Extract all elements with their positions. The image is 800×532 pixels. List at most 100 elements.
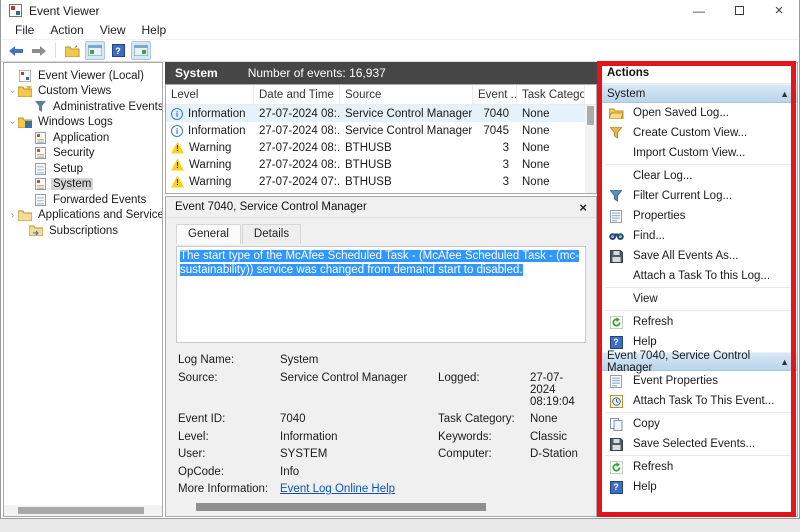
help-icon: ? xyxy=(112,44,125,57)
log-header-bar: System Number of events: 16,937 xyxy=(165,62,597,84)
warning-icon: ! xyxy=(171,159,184,171)
event-description-box[interactable]: The start type of the McAfee Scheduled T… xyxy=(176,246,586,343)
action-filter-current-log[interactable]: Filter Current Log... xyxy=(599,186,797,206)
action-copy[interactable]: Copy xyxy=(599,414,797,434)
event-log-icon xyxy=(33,147,47,159)
tree-item-applications-services-logs[interactable]: › Applications and Services Log xyxy=(4,208,162,224)
chevron-down-icon[interactable]: › xyxy=(7,86,18,97)
back-button[interactable] xyxy=(6,41,26,60)
action-attach-task-to-log[interactable]: Attach a Task To this Log... xyxy=(599,266,797,286)
action-help-event[interactable]: ? Help xyxy=(599,477,797,497)
menu-view[interactable]: View xyxy=(92,23,134,37)
menu-help[interactable]: Help xyxy=(134,23,175,37)
tab-general[interactable]: General xyxy=(176,224,241,244)
menu-bar: File Action View Help xyxy=(1,21,799,40)
action-save-all-events-as[interactable]: Save All Events As... xyxy=(599,246,797,266)
table-row[interactable]: !Warning 27-07-2024 08:... BTHUSB 3 None xyxy=(166,139,596,156)
actions-section-system[interactable]: System ▲ xyxy=(599,84,797,103)
action-open-saved-log[interactable]: Open Saved Log... xyxy=(599,103,797,123)
action-clear-log[interactable]: Clear Log... xyxy=(599,166,797,186)
detail-horizontal-scrollbar[interactable] xyxy=(172,502,590,512)
separator xyxy=(605,310,791,311)
collapse-icon[interactable]: ▲ xyxy=(780,89,789,99)
action-attach-task-to-event[interactable]: Attach Task To This Event... xyxy=(599,391,797,411)
detail-close-icon[interactable]: × xyxy=(579,200,587,215)
chevron-down-icon[interactable]: › xyxy=(7,117,18,128)
tree-horizontal-scrollbar[interactable] xyxy=(4,505,162,516)
event-list-vertical-scrollbar[interactable] xyxy=(585,105,596,193)
toolbar-separator xyxy=(55,43,56,58)
action-find[interactable]: Find... xyxy=(599,226,797,246)
action-properties[interactable]: Properties xyxy=(599,206,797,226)
event-log-icon xyxy=(33,178,47,190)
show-action-pane-button[interactable] xyxy=(131,41,151,60)
event-viewer-app-icon xyxy=(9,4,22,17)
action-event-properties[interactable]: Event Properties xyxy=(599,371,797,391)
help-toolbar-button[interactable]: ? xyxy=(108,41,128,60)
collapse-icon[interactable]: ▲ xyxy=(780,357,789,367)
close-button[interactable]: × xyxy=(759,0,799,21)
tree-item-security[interactable]: Security xyxy=(4,146,162,162)
column-date-time[interactable]: Date and Time xyxy=(254,85,340,104)
table-row[interactable]: !Warning 27-07-2024 08:... BTHUSB 3 None xyxy=(166,156,596,173)
event-list: Level Date and Time Source Event ... Tas… xyxy=(165,84,597,194)
tree-item-system[interactable]: System xyxy=(4,177,162,193)
filter-icon xyxy=(33,101,47,113)
event-log-plain-icon xyxy=(33,163,47,175)
information-icon: i xyxy=(171,108,183,120)
user-value: SYSTEM xyxy=(280,448,438,460)
forward-button[interactable] xyxy=(29,41,49,60)
back-arrow-icon xyxy=(9,46,23,56)
open-saved-log-button[interactable] xyxy=(62,41,82,60)
maximize-button[interactable] xyxy=(719,0,759,21)
tree-item-event-viewer-local[interactable]: Event Viewer (Local) xyxy=(4,68,162,84)
menu-action[interactable]: Action xyxy=(42,23,91,37)
table-row[interactable]: iInformation 27-07-2024 08:... Service C… xyxy=(166,122,596,139)
tree-scrollbar-thumb[interactable] xyxy=(18,507,144,514)
event-log-online-help-link[interactable]: Event Log Online Help xyxy=(280,483,438,495)
console-window-icon xyxy=(88,45,102,56)
tree-item-setup[interactable]: Setup xyxy=(4,161,162,177)
tab-details[interactable]: Details xyxy=(242,224,301,244)
binoculars-icon xyxy=(608,229,624,243)
actions-section-event-7040[interactable]: Event 7040, Service Control Manager ▲ xyxy=(599,352,797,371)
chevron-right-icon[interactable]: › xyxy=(7,210,18,221)
event-list-scrollbar-thumb[interactable] xyxy=(587,106,594,125)
show-console-tree-button[interactable] xyxy=(85,41,105,60)
action-refresh[interactable]: Refresh xyxy=(599,312,797,332)
open-folder-icon xyxy=(608,106,624,120)
action-pane-icon xyxy=(134,45,148,56)
column-level[interactable]: Level xyxy=(166,85,254,104)
detail-scrollbar-thumb[interactable] xyxy=(196,503,486,511)
minimize-button[interactable]: — xyxy=(679,0,719,21)
tree-item-subscriptions[interactable]: Subscriptions xyxy=(4,223,162,239)
event-id-value: 7040 xyxy=(280,413,438,425)
column-task-category[interactable]: Task Category xyxy=(517,85,585,104)
table-row[interactable]: !Warning 27-07-2024 07:... BTHUSB 3 None xyxy=(166,173,596,190)
tree-item-forwarded-events[interactable]: Forwarded Events xyxy=(4,192,162,208)
tree-item-application[interactable]: Application xyxy=(4,130,162,146)
custom-views-folder-icon xyxy=(18,85,32,97)
table-row[interactable]: iInformation 27-07-2024 08:... Service C… xyxy=(166,105,596,122)
actions-title: Actions xyxy=(599,63,797,84)
task-category-value: None xyxy=(530,413,586,425)
log-name-value: System xyxy=(280,354,438,366)
detail-tabs: General Details xyxy=(166,218,596,244)
floppy-icon xyxy=(608,437,624,451)
action-refresh-event[interactable]: Refresh xyxy=(599,457,797,477)
action-view[interactable]: View xyxy=(599,289,797,309)
tree-item-administrative-events[interactable]: Administrative Events xyxy=(4,99,162,115)
tree-item-windows-logs[interactable]: › Windows Logs xyxy=(4,115,162,131)
action-save-selected-events[interactable]: Save Selected Events... xyxy=(599,434,797,454)
action-create-custom-view[interactable]: Create Custom View... xyxy=(599,123,797,143)
refresh-icon xyxy=(608,460,624,474)
log-name: System xyxy=(175,66,218,80)
source-value: Service Control Manager xyxy=(280,372,438,408)
toolbar: ? xyxy=(1,40,799,62)
actions-panel: Actions System ▲ Open Saved Log... Creat… xyxy=(598,62,798,517)
column-source[interactable]: Source xyxy=(340,85,473,104)
column-event-id[interactable]: Event ... xyxy=(473,85,517,104)
tree-item-custom-views[interactable]: › Custom Views xyxy=(4,84,162,100)
action-import-custom-view[interactable]: Import Custom View... xyxy=(599,143,797,163)
menu-file[interactable]: File xyxy=(7,23,42,37)
